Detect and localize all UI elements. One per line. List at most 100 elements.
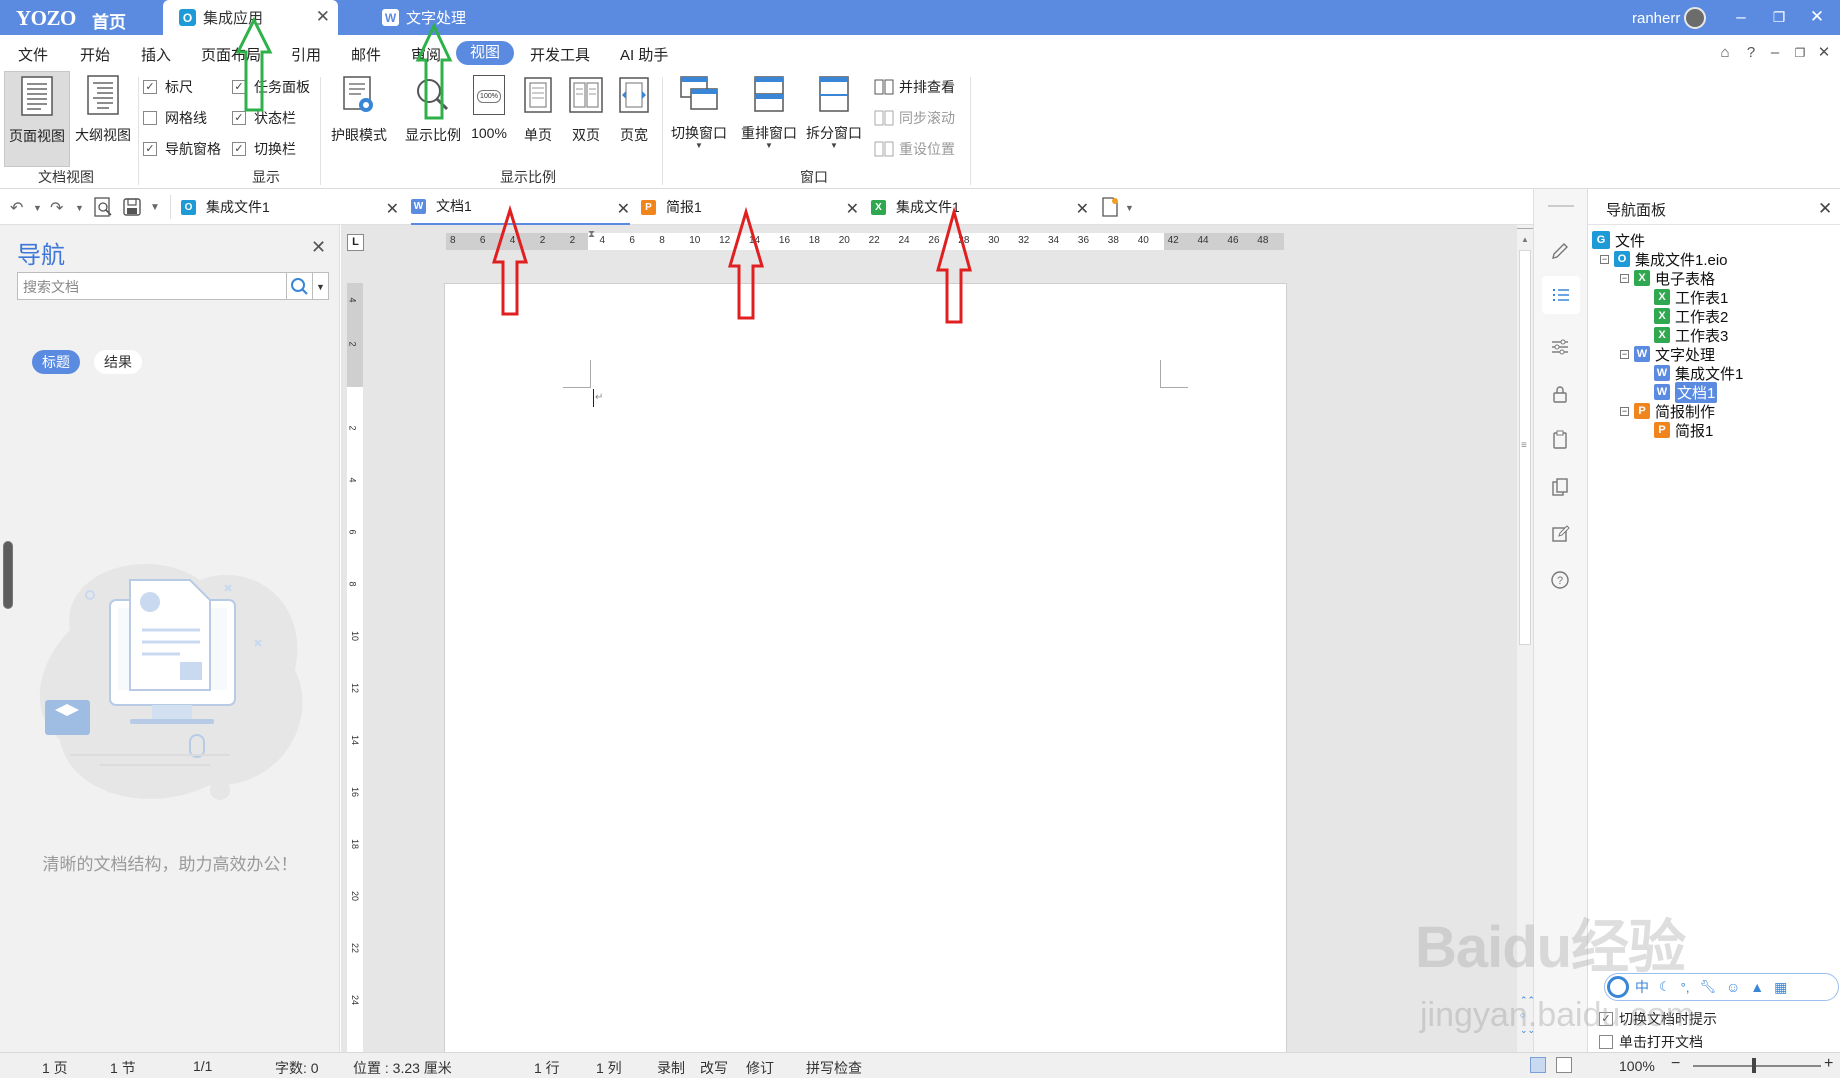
close-tab-icon[interactable]: ✕ (386, 199, 399, 219)
status-line[interactable]: 1 行 (534, 1058, 560, 1078)
side-by-side-button[interactable]: 并排查看 (874, 77, 955, 97)
title-tab-integrated-apps[interactable]: O 集成应用 ✕ (163, 0, 338, 35)
menu-developer[interactable]: 开发工具 (530, 44, 590, 65)
reset-position-button[interactable]: 重设位置 (874, 139, 955, 159)
rearrange-window-button[interactable]: 重排窗口 ▼ (736, 71, 802, 150)
eye-mode-button[interactable]: 护眼模式 (326, 71, 392, 149)
close-icon[interactable]: ✕ (316, 7, 330, 27)
collapse-icon[interactable]: − (1600, 254, 1609, 264)
print-preview-icon[interactable] (93, 197, 113, 217)
minimize-button[interactable]: – (1728, 5, 1754, 29)
task-pane-checkbox[interactable]: ✓ 任务面板 (232, 77, 310, 97)
save-icon[interactable] (122, 197, 142, 217)
menu-home[interactable]: 开始 (80, 44, 110, 65)
home-tab[interactable]: 首页 (92, 8, 126, 33)
doc-close-button[interactable]: ✕ (1814, 43, 1834, 63)
restore-button[interactable]: ❐ (1766, 5, 1792, 29)
doc-tab-integrated-file[interactable]: O 集成文件1 ✕ (181, 189, 399, 225)
status-page-count[interactable]: 1/1 (193, 1058, 212, 1074)
zoom-100-button[interactable]: 100% 100% (466, 71, 512, 149)
status-bar-checkbox[interactable]: ✓ 状态栏 (232, 108, 296, 128)
apps-grid-icon[interactable]: ▦ (1774, 979, 1787, 996)
close-icon[interactable]: ✕ (311, 237, 326, 258)
collapse-icon[interactable]: − (1620, 273, 1629, 283)
status-overwrite[interactable]: 改写 (700, 1058, 728, 1078)
switch-window-button[interactable]: 切换窗口 ▼ (666, 71, 732, 150)
collapse-icon[interactable]: − (1620, 349, 1629, 359)
tab-stop-selector[interactable]: L (347, 234, 364, 251)
doc-tab-document1[interactable]: W 文档1 ✕ (411, 189, 630, 225)
search-input[interactable]: 搜索文档 (17, 272, 287, 300)
outline-view-button[interactable]: 大纲视图 (70, 71, 136, 149)
wrench-icon[interactable]: 🔧︎ (1699, 979, 1716, 995)
status-revise[interactable]: 修订 (746, 1058, 774, 1078)
new-document-icon[interactable] (1100, 197, 1120, 217)
close-window-button[interactable]: ✕ (1804, 5, 1830, 29)
page-view-mode-icon[interactable] (1530, 1057, 1546, 1073)
user-account[interactable]: ranherr (1632, 7, 1707, 29)
settings-sliders-icon[interactable] (1550, 337, 1570, 357)
collapse-icon[interactable]: − (1620, 406, 1629, 416)
emoji-icon[interactable]: ☺ (1726, 979, 1740, 995)
new-document-dropdown-icon[interactable]: ▼ (1125, 203, 1134, 213)
menu-file[interactable]: 文件 (18, 44, 48, 65)
customize-quick-access-icon[interactable]: ▼ (150, 202, 160, 213)
zoom-slider-thumb[interactable] (1752, 1058, 1756, 1073)
double-page-button[interactable]: 双页 (563, 71, 609, 149)
close-tab-icon[interactable]: ✕ (617, 199, 630, 219)
menu-view[interactable]: 视图 (456, 41, 514, 65)
indent-marker-icon[interactable]: ⧗ (588, 229, 595, 240)
single-click-open-checkbox[interactable]: 单击打开文档 (1599, 1032, 1703, 1052)
search-options-dropdown[interactable]: ▼ (313, 272, 329, 300)
status-record[interactable]: 录制 (657, 1058, 685, 1078)
menu-review[interactable]: 审阅 (411, 44, 441, 65)
tab-results[interactable]: 结果 (94, 350, 142, 374)
single-page-button[interactable]: 单页 (515, 71, 561, 149)
pen-icon[interactable] (1550, 241, 1570, 261)
copy-pages-icon[interactable] (1550, 477, 1570, 497)
close-tab-icon[interactable]: ✕ (1076, 199, 1089, 219)
gridlines-checkbox[interactable]: 网格线 (143, 108, 207, 128)
web-view-mode-icon[interactable] (1556, 1057, 1572, 1073)
doc-tab-presentation1[interactable]: P 简报1 ✕ (641, 189, 859, 225)
search-button[interactable] (287, 272, 313, 300)
horizontal-ruler[interactable]: 8 6 4 2 2 4 6 8 10 12 14 16 18 20 22 24 26 28 30 32 34 36 38 40… (446, 229, 1284, 250)
close-icon[interactable]: ✕ (1818, 199, 1832, 219)
switch-bar-checkbox[interactable]: ✓ 切换栏 (232, 139, 296, 159)
zoom-in-icon[interactable]: + (1824, 1055, 1833, 1073)
menu-mailings[interactable]: 邮件 (351, 44, 381, 65)
doc-restore-button[interactable]: ❐ (1790, 43, 1810, 63)
doc-tab-spreadsheet-file[interactable]: X 集成文件1 ✕ (871, 189, 1089, 225)
status-spell-check[interactable]: 拼写检查 (806, 1058, 862, 1078)
status-column[interactable]: 1 列 (596, 1058, 622, 1078)
menu-insert[interactable]: 插入 (141, 44, 171, 65)
left-scroll-handle[interactable] (3, 541, 13, 609)
title-tab-word-processing[interactable]: W 文字处理 (366, 0, 546, 35)
status-zoom[interactable]: 100% (1619, 1058, 1655, 1074)
scroll-up-icon[interactable]: ▲ (1521, 235, 1529, 244)
edit-icon[interactable] (1550, 524, 1570, 544)
nav-pane-tool-button[interactable] (1542, 276, 1580, 314)
close-tab-icon[interactable]: ✕ (846, 199, 859, 219)
redo-dropdown-icon[interactable]: ▼ (75, 203, 84, 213)
clipboard-icon[interactable] (1550, 430, 1570, 450)
zoom-ratio-button[interactable]: 显示比例 (400, 71, 466, 149)
menu-page-layout[interactable]: 页面布局 (201, 44, 261, 65)
undo-dropdown-icon[interactable]: ▼ (33, 203, 42, 213)
vertical-ruler[interactable]: 4 2 2 4 6 8 10 12 14 16 18 20 22 24 (347, 283, 363, 1052)
tab-headings[interactable]: 标题 (32, 350, 80, 374)
ruler-checkbox[interactable]: ✓ 标尺 (143, 77, 193, 97)
zoom-out-icon[interactable]: − (1671, 1055, 1680, 1073)
doc-minimize-button[interactable]: – (1765, 43, 1785, 63)
tree-node-presentation1[interactable]: P 简报1 (1654, 419, 1713, 441)
redo-icon[interactable]: ↷ (50, 198, 63, 218)
sync-scroll-button[interactable]: 同步滚动 (874, 108, 955, 128)
status-section[interactable]: 1 节 (110, 1058, 136, 1078)
lock-icon[interactable] (1550, 384, 1570, 404)
status-page[interactable]: 1 页 (42, 1058, 68, 1078)
status-position[interactable]: 位置 : 3.23 厘米 (353, 1058, 452, 1078)
page-view-button[interactable]: 页面视图 (4, 71, 70, 167)
nav-pane-checkbox[interactable]: ✓ 导航窗格 (143, 139, 221, 159)
menu-ai-assistant[interactable]: AI 助手 (620, 44, 668, 65)
collapse-ribbon-icon[interactable]: ⌂ (1715, 43, 1735, 63)
